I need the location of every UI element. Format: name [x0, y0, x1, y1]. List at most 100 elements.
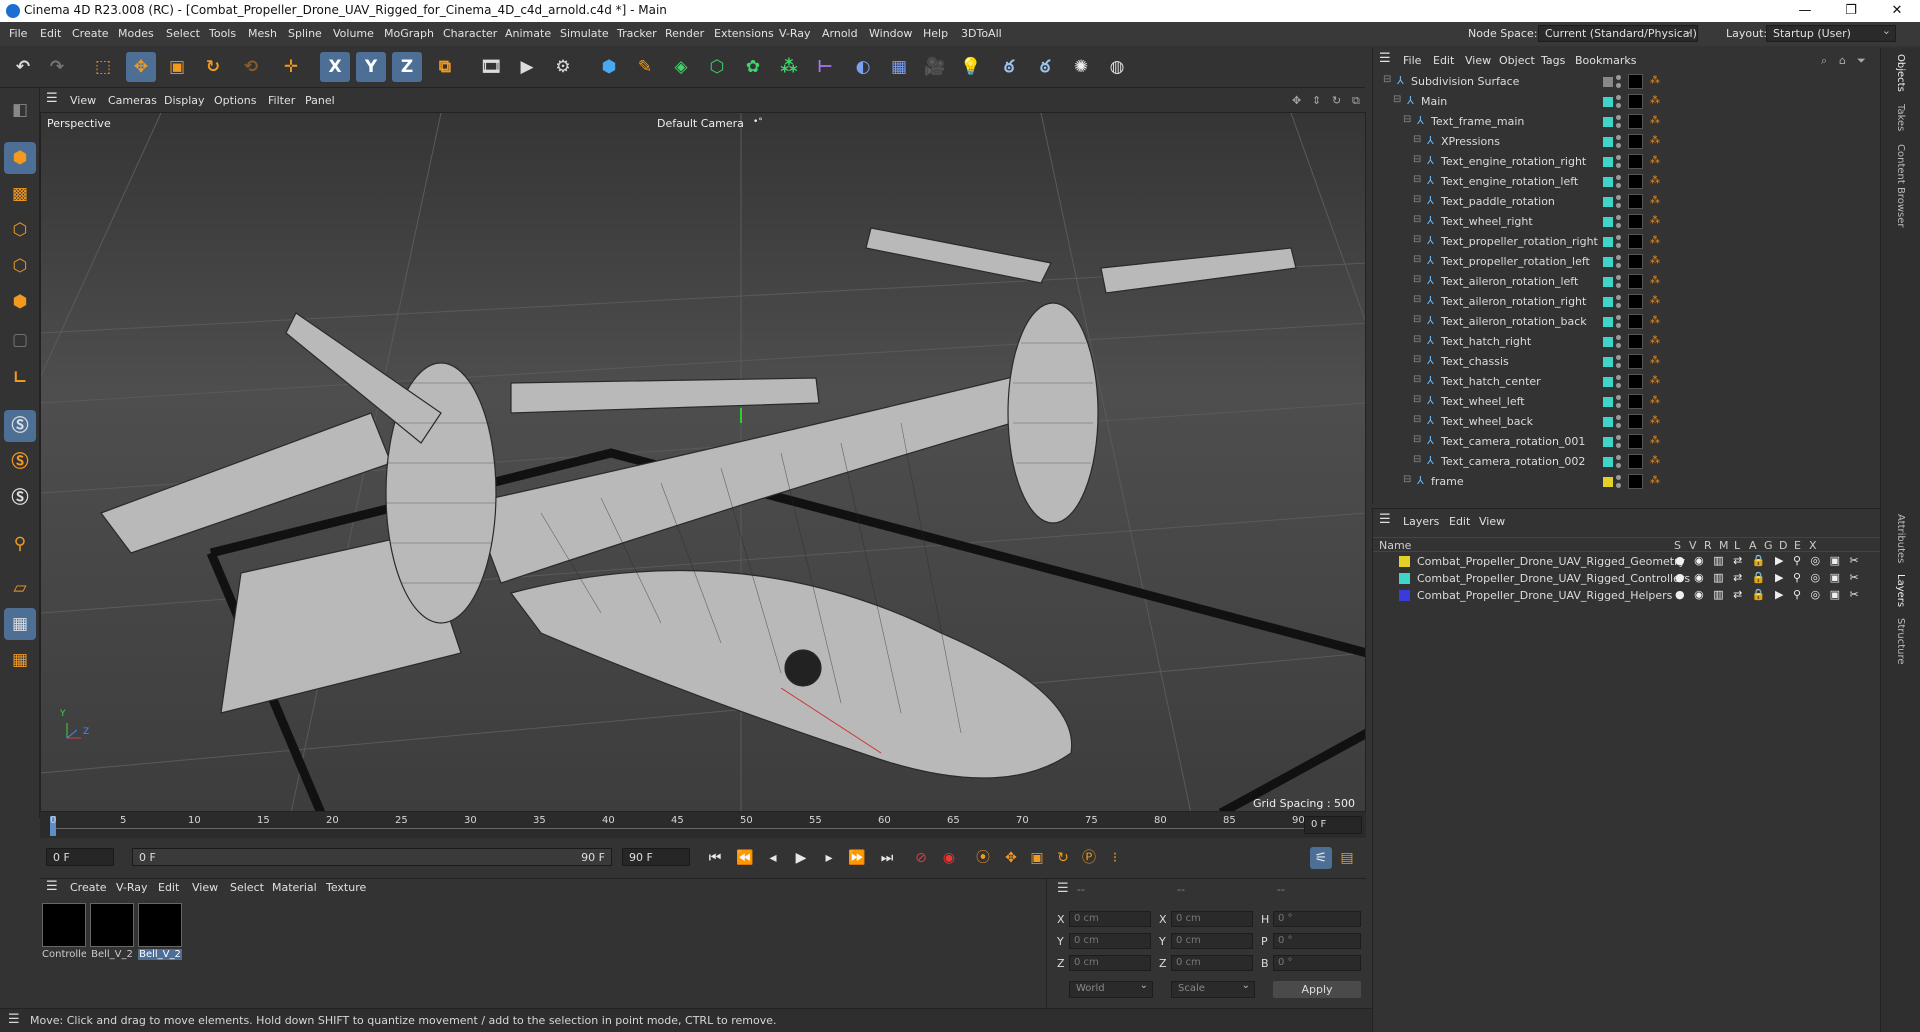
undo-icon[interactable]: ↶: [8, 52, 38, 82]
python-icon[interactable]: ఠ: [994, 52, 1024, 82]
visibility-render-dot[interactable]: [1616, 243, 1621, 248]
object-menu-object[interactable]: Object: [1499, 54, 1535, 67]
xpresso-tag-icon[interactable]: ⁂: [1650, 455, 1660, 466]
xpresso-tag-icon[interactable]: ⁂: [1650, 155, 1660, 166]
visibility-render-dot[interactable]: [1616, 203, 1621, 208]
pos-z-field[interactable]: 0 cm: [1069, 955, 1151, 971]
object-row[interactable]: ⊟ ⅄ Text_camera_rotation_002 ⁂: [1373, 452, 1881, 472]
material-swatch[interactable]: Controlle: [42, 903, 86, 960]
expand-icon[interactable]: ⊟: [1413, 334, 1421, 345]
layer-menu-view[interactable]: View: [1479, 515, 1505, 528]
camera-icon[interactable]: 🎥: [920, 52, 950, 82]
maximize-button[interactable]: ❐: [1828, 0, 1874, 22]
model-mode-icon[interactable]: ⬢: [4, 142, 36, 174]
size-x-field[interactable]: 0 cm: [1171, 911, 1253, 927]
menu-modes[interactable]: Modes: [118, 27, 154, 40]
timeline-ruler[interactable]: 0 5 10 15 20 25 30 35 40 45 50 55 60 65 …: [40, 812, 1366, 838]
expand-icon[interactable]: ⊟: [1413, 394, 1421, 405]
expand-icon[interactable]: ⊟: [1413, 314, 1421, 325]
visibility-editor-dot[interactable]: [1616, 335, 1621, 340]
material-tag-icon[interactable]: [1628, 354, 1643, 369]
layer-color-swatch[interactable]: [1399, 590, 1410, 601]
layer-color-swatch[interactable]: [1603, 377, 1613, 387]
object-row[interactable]: ⊟ ⅄ Text_paddle_rotation ⁂: [1373, 192, 1881, 212]
expand-icon[interactable]: ⊟: [1413, 294, 1421, 305]
menu-window[interactable]: Window: [869, 27, 912, 40]
object-row[interactable]: ⊟ ⅄ Text_camera_rotation_001 ⁂: [1373, 432, 1881, 452]
material-tag-icon[interactable]: [1628, 174, 1643, 189]
expand-icon[interactable]: ⊟: [1413, 214, 1421, 225]
tab-layers[interactable]: Layers: [1895, 574, 1906, 607]
subdivision-icon[interactable]: ◈: [666, 52, 696, 82]
viewport-menu-view[interactable]: View: [70, 94, 96, 107]
floor-icon[interactable]: ▦: [884, 52, 914, 82]
visibility-render-dot[interactable]: [1616, 223, 1621, 228]
recent-tool-icon[interactable]: ⟲: [236, 52, 266, 82]
start-frame-field[interactable]: 0 F: [46, 848, 114, 866]
next-frame-icon[interactable]: ▸: [818, 847, 840, 869]
layer-color-swatch[interactable]: [1603, 277, 1613, 287]
menu-file[interactable]: File: [9, 27, 27, 40]
size-y-field[interactable]: 0 cm: [1171, 933, 1253, 949]
expand-icon[interactable]: ⊟: [1413, 134, 1421, 145]
object-row[interactable]: ⊟ ⅄ Text_wheel_back ⁂: [1373, 412, 1881, 432]
object-row[interactable]: ⊟ ⅄ XPressions ⁂: [1373, 132, 1881, 152]
tweak-icon[interactable]: ⚲: [4, 528, 36, 560]
grid-snap-icon[interactable]: ▦: [4, 644, 36, 676]
tab-takes[interactable]: Takes: [1895, 104, 1906, 131]
cloner-icon[interactable]: ✿: [738, 52, 768, 82]
layer-color-swatch[interactable]: [1603, 257, 1613, 267]
polygons-mode-icon[interactable]: ⬢: [4, 286, 36, 318]
tab-structure[interactable]: Structure: [1895, 618, 1906, 665]
viewport-hamburger-icon[interactable]: ☰: [46, 91, 58, 106]
3d-viewport[interactable]: Perspective Default Camera •° Grid Spaci…: [40, 112, 1366, 812]
visibility-render-dot[interactable]: [1616, 343, 1621, 348]
rot-b-field[interactable]: 0 °: [1273, 955, 1361, 971]
visibility-render-dot[interactable]: [1616, 83, 1621, 88]
visibility-editor-dot[interactable]: [1616, 295, 1621, 300]
cube-icon[interactable]: ⬢: [594, 52, 624, 82]
layer-flag-toggles[interactable]: ● ◉ ▥ ⇄ 🔒 ▶ ⚲ ◎ ▣ ✂: [1675, 554, 1862, 567]
menu-tools[interactable]: Tools: [209, 27, 236, 40]
xpresso-tag-icon[interactable]: ⁂: [1650, 435, 1660, 446]
visibility-editor-dot[interactable]: [1616, 375, 1621, 380]
material-tag-icon[interactable]: [1628, 334, 1643, 349]
viewport-menu-cameras[interactable]: Cameras: [108, 94, 157, 107]
object-menu-file[interactable]: File: [1403, 54, 1421, 67]
object-row[interactable]: ⊟ ⅄ Text_wheel_left ⁂: [1373, 392, 1881, 412]
visibility-editor-dot[interactable]: [1616, 215, 1621, 220]
expand-icon[interactable]: ⊟: [1413, 174, 1421, 185]
visibility-render-dot[interactable]: [1616, 263, 1621, 268]
material-tag-icon[interactable]: [1628, 74, 1643, 89]
visibility-render-dot[interactable]: [1616, 463, 1621, 468]
expand-icon[interactable]: ⊟: [1413, 194, 1421, 205]
object-row[interactable]: ⊟ ⅄ Text_hatch_center ⁂: [1373, 372, 1881, 392]
layer-color-swatch[interactable]: [1603, 297, 1613, 307]
pen-icon[interactable]: ✎: [630, 52, 660, 82]
xpresso-tag-icon[interactable]: ⁂: [1650, 95, 1660, 106]
object-row[interactable]: ⊟ ⅄ Text_aileron_rotation_back ⁂: [1373, 312, 1881, 332]
python2-icon[interactable]: ఠ: [1030, 52, 1060, 82]
size-z-field[interactable]: 0 cm: [1171, 955, 1253, 971]
xpresso-tag-icon[interactable]: ⁂: [1650, 415, 1660, 426]
snap-icon[interactable]: Ⓢ: [4, 410, 36, 442]
move-cross-icon[interactable]: ✛: [276, 52, 306, 82]
material-tag-icon[interactable]: [1628, 194, 1643, 209]
material-tag-icon[interactable]: [1628, 414, 1643, 429]
layer-flag-toggles[interactable]: ● ◉ ▥ ⇄ 🔒 ▶ ⚲ ◎ ▣ ✂: [1675, 588, 1862, 601]
layer-hamburger-icon[interactable]: ☰: [1379, 512, 1391, 527]
render-settings-icon[interactable]: ⚙: [548, 52, 578, 82]
object-row[interactable]: ⊟ ⅄ Text_engine_rotation_left ⁂: [1373, 172, 1881, 192]
node-space-dropdown[interactable]: Current (Standard/Physical): [1538, 24, 1698, 42]
object-row[interactable]: ⊟ ⅄ Main ⁂: [1373, 92, 1881, 112]
material-menu-material[interactable]: Material: [272, 881, 317, 894]
layout-dropdown[interactable]: Startup (User): [1766, 24, 1896, 42]
visibility-editor-dot[interactable]: [1616, 415, 1621, 420]
object-row[interactable]: ⊟ ⅄ Subdivision Surface ⁂: [1373, 72, 1881, 92]
viewport-dolly-icon[interactable]: ⇕: [1312, 94, 1321, 107]
menu-tracker[interactable]: Tracker: [617, 27, 657, 40]
object-row[interactable]: ⊟ ⅄ Text_chassis ⁂: [1373, 352, 1881, 372]
viewport-menu-filter[interactable]: Filter: [268, 94, 295, 107]
material-tag-icon[interactable]: [1628, 134, 1643, 149]
go-to-start-icon[interactable]: ⏮: [704, 847, 726, 869]
